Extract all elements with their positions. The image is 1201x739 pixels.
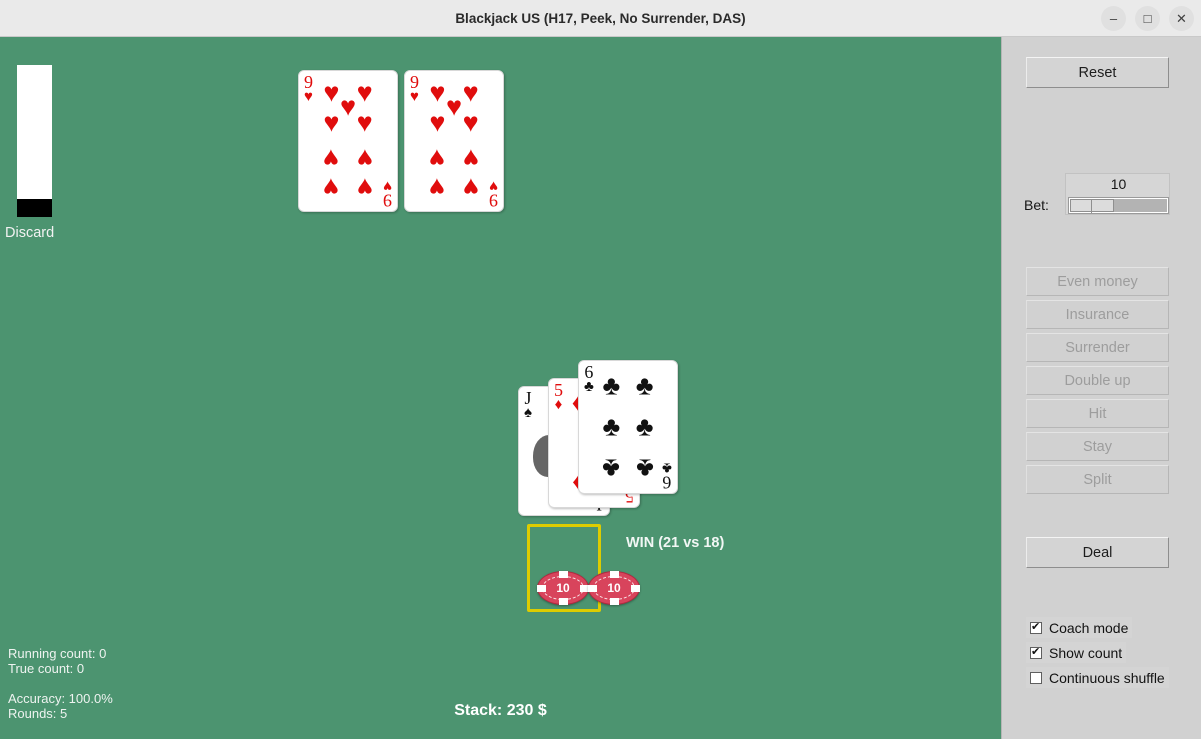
card-pip: ♣ xyxy=(602,453,621,484)
stay-label: Stay xyxy=(1082,438,1112,455)
show-count-label: Show count xyxy=(1049,644,1123,661)
split-button[interactable]: Split xyxy=(1026,465,1169,494)
player-card: 6 ♣ 6 ♣ ♣ ♣ ♣ ♣ ♣ ♣ xyxy=(578,360,678,494)
bet-slider[interactable] xyxy=(1068,197,1169,214)
card-pip: ♣ xyxy=(602,411,621,442)
card-pip: ♥ xyxy=(323,107,340,138)
app-window: Blackjack US (H17, Peek, No Surrender, D… xyxy=(0,0,1201,739)
bet-chip[interactable]: 10 xyxy=(537,571,589,605)
game-table: Discard 9 ♥ 9 ♥ ♥ ♥ ♥ ♥ ♥ ♥ ♥ ♥ ♥ 9 ♥ 9 ♥ ♥ ♥ ♥ ♥ ♥ ♥… xyxy=(0,37,1001,739)
card-pip: ♥ xyxy=(462,77,479,108)
card-pip: ♥ xyxy=(429,77,446,108)
split-label: Split xyxy=(1083,471,1112,488)
reset-button-label: Reset xyxy=(1078,64,1117,81)
card-pip: ♥ xyxy=(323,172,340,203)
card-pip: ♥ xyxy=(356,172,373,203)
card-pip: ♣ xyxy=(635,453,654,484)
double-up-button[interactable]: Double up xyxy=(1026,366,1169,395)
checkbox-empty-icon xyxy=(1030,671,1042,684)
bet-slider-handle[interactable] xyxy=(1070,199,1114,213)
bet-label: Bet: xyxy=(1024,197,1049,213)
card-pip: ♥ xyxy=(356,143,373,174)
minimize-icon: – xyxy=(1109,11,1118,26)
reset-button[interactable]: Reset xyxy=(1026,57,1169,88)
control-sidebar: Reset Bet: 10 Even money Insurance Surre… xyxy=(1001,37,1201,739)
surrender-button[interactable]: Surrender xyxy=(1026,333,1169,362)
coach-mode-label: Coach mode xyxy=(1049,619,1129,636)
dealer-card: 9 ♥ 9 ♥ ♥ ♥ ♥ ♥ ♥ ♥ ♥ ♥ ♥ xyxy=(404,70,504,212)
card-pip: ♥ xyxy=(323,143,340,174)
discard-shoe xyxy=(17,65,52,217)
double-up-label: Double up xyxy=(1064,372,1131,389)
deal-button[interactable]: Deal xyxy=(1026,537,1169,568)
bet-chip[interactable]: 10 xyxy=(588,571,640,605)
card-pip: ♥ xyxy=(445,91,463,122)
even-money-label: Even money xyxy=(1057,273,1138,290)
close-button[interactable]: ✕ xyxy=(1169,6,1194,31)
discard-label: Discard xyxy=(5,225,55,241)
hit-button[interactable]: Hit xyxy=(1026,399,1169,428)
true-count-text: True count: 0 xyxy=(8,661,85,676)
card-pip: ♣ xyxy=(635,411,654,442)
card-pip: ♥ xyxy=(339,91,357,122)
bet-value: 10 xyxy=(1110,176,1127,192)
minimize-button[interactable]: – xyxy=(1101,6,1126,31)
deal-button-label: Deal xyxy=(1082,544,1113,561)
discard-used-indicator xyxy=(17,199,52,217)
stay-button[interactable]: Stay xyxy=(1026,432,1169,461)
card-pip: ♥ xyxy=(429,143,446,174)
surrender-label: Surrender xyxy=(1065,339,1130,356)
card-pip: ♥ xyxy=(429,107,446,138)
card-pips: ♣ ♣ ♣ ♣ ♣ ♣ xyxy=(579,361,677,493)
chip-value: 10 xyxy=(607,581,621,595)
card-pips: ♥ ♥ ♥ ♥ ♥ ♥ ♥ ♥ ♥ xyxy=(299,71,397,211)
bet-control[interactable]: 10 xyxy=(1065,173,1170,215)
round-result-text: WIN (21 vs 18) xyxy=(626,535,725,551)
dealer-card: 9 ♥ 9 ♥ ♥ ♥ ♥ ♥ ♥ ♥ ♥ ♥ ♥ xyxy=(298,70,398,212)
show-count-checkbox[interactable]: Show count xyxy=(1026,642,1127,663)
card-pip: ♥ xyxy=(356,107,373,138)
stack-text: Stack: 230 $ xyxy=(454,702,547,719)
checkbox-check-icon xyxy=(1030,620,1042,634)
continuous-shuffle-label: Continuous shuffle xyxy=(1049,669,1165,686)
maximize-button[interactable]: □ xyxy=(1135,6,1160,31)
card-pip: ♥ xyxy=(429,172,446,203)
card-pip: ♣ xyxy=(602,370,621,401)
continuous-shuffle-checkbox[interactable]: Continuous shuffle xyxy=(1026,667,1169,688)
card-pips: ♥ ♥ ♥ ♥ ♥ ♥ ♥ ♥ ♥ xyxy=(405,71,503,211)
running-count-text: Running count: 0 xyxy=(8,646,107,661)
coach-mode-checkbox[interactable]: Coach mode xyxy=(1026,617,1133,638)
window-title: Blackjack US (H17, Peek, No Surrender, D… xyxy=(455,11,746,26)
hit-label: Hit xyxy=(1088,405,1107,422)
card-corner-top: J ♠ xyxy=(524,388,532,422)
card-pip: ♥ xyxy=(462,107,479,138)
card-pip: ♣ xyxy=(635,370,654,401)
card-pip: ♥ xyxy=(462,143,479,174)
close-icon: ✕ xyxy=(1176,11,1187,26)
title-bar: Blackjack US (H17, Peek, No Surrender, D… xyxy=(0,0,1201,37)
card-pip: ♥ xyxy=(462,172,479,203)
maximize-icon: □ xyxy=(1143,11,1152,26)
insurance-button[interactable]: Insurance xyxy=(1026,300,1169,329)
card-pip: ♥ xyxy=(356,77,373,108)
checkbox-check-icon xyxy=(1030,645,1042,659)
insurance-label: Insurance xyxy=(1065,306,1130,323)
card-pip: ♥ xyxy=(323,77,340,108)
chip-value: 10 xyxy=(556,581,570,595)
even-money-button[interactable]: Even money xyxy=(1026,267,1169,296)
